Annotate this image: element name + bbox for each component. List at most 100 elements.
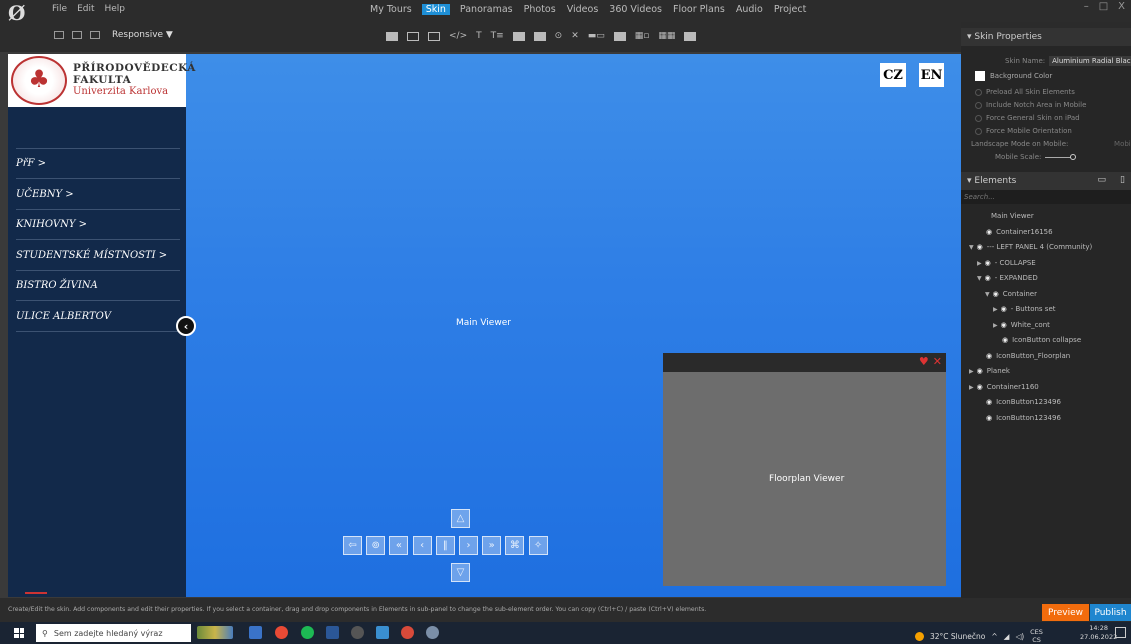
expand-down-icon[interactable]: ▼ — [985, 291, 990, 298]
panorama-component-icon[interactable] — [386, 31, 398, 41]
element-tree-item[interactable]: ▶ ◉ - Buttons set — [993, 305, 1056, 313]
element-tree-item[interactable]: ◉ IconButton123496 — [986, 398, 1061, 406]
lang-button-cz[interactable]: CZ — [880, 63, 906, 87]
responsive-dropdown[interactable]: Responsive ▼ — [112, 30, 173, 40]
checkbox[interactable] — [975, 114, 982, 122]
grid-icon[interactable] — [54, 31, 64, 39]
background-color-swatch[interactable] — [975, 71, 985, 81]
save-icon[interactable] — [72, 31, 82, 39]
network-icon[interactable]: ◢ — [1004, 632, 1010, 641]
textbox-component-icon[interactable]: T≡ — [491, 31, 504, 41]
expand-right-icon[interactable]: ▶ — [977, 260, 982, 267]
taskbar-clock[interactable]: 14:28 27.06.2022 — [1080, 624, 1117, 642]
map-component-icon[interactable]: ⊙ — [555, 31, 563, 41]
tab-audio[interactable]: Audio — [735, 4, 764, 15]
visibility-eye-icon[interactable]: ◉ — [977, 383, 983, 391]
language-indicator[interactable]: CES CS — [1030, 628, 1043, 644]
expand-right-icon[interactable]: ▶ — [993, 322, 998, 329]
menu-component-icon[interactable] — [684, 31, 697, 41]
element-tree-item[interactable]: ▼ ◉ - EXPANDED — [977, 274, 1038, 282]
spotify-icon[interactable] — [301, 626, 314, 639]
thumbnail-component-icon[interactable]: ▦▦ — [658, 31, 675, 41]
tab-floor-plans[interactable]: Floor Plans — [672, 4, 726, 15]
video-component-icon[interactable] — [533, 31, 546, 41]
visibility-eye-icon[interactable]: ◉ — [977, 243, 983, 251]
visibility-eye-icon[interactable]: ◉ — [986, 352, 992, 360]
checkbox[interactable] — [975, 88, 982, 96]
minimize-icon[interactable]: – — [1084, 1, 1089, 12]
collapse-panel-button[interactable]: ‹ — [176, 316, 196, 336]
checkbox[interactable] — [975, 101, 982, 109]
mobile-icon[interactable]: ▯ — [1120, 175, 1125, 185]
prev-button[interactable]: ‹ — [412, 536, 432, 555]
tab-project[interactable]: Project — [773, 4, 808, 15]
rewind-button[interactable]: « — [389, 536, 409, 555]
preview-button[interactable]: Preview — [1042, 604, 1089, 621]
chrome-icon[interactable] — [275, 626, 288, 639]
rotate-button[interactable]: ⊚ — [366, 536, 386, 555]
element-tree-item[interactable]: ▶ ◉ Container1160 — [969, 383, 1039, 391]
slider-handle[interactable] — [1070, 154, 1077, 160]
visibility-eye-icon[interactable]: ◉ — [977, 367, 983, 375]
tab-skin[interactable]: Skin — [421, 4, 450, 15]
element-tree-item[interactable]: ▼ ◉ Container — [985, 290, 1037, 298]
element-tree-item[interactable]: ▶ ◉ Planek — [969, 367, 1010, 375]
element-tree-item[interactable]: Main Viewer — [991, 212, 1034, 220]
landscape-mode-select[interactable]: Mobile — [1114, 140, 1131, 148]
tray-chevron-icon[interactable]: ^ — [991, 632, 997, 641]
skin-properties-header[interactable]: ▾ Skin Properties — [961, 28, 1131, 46]
menu-file[interactable]: File — [52, 4, 67, 14]
visibility-eye-icon[interactable]: ◉ — [986, 398, 992, 406]
next-button[interactable]: › — [459, 536, 478, 555]
search-highlight-icon[interactable] — [197, 626, 233, 639]
visibility-eye-icon[interactable]: ◉ — [986, 414, 992, 422]
fast-forward-button[interactable]: » — [482, 536, 502, 555]
heart-icon[interactable]: ♥ — [919, 355, 929, 368]
image-component-icon[interactable] — [512, 31, 525, 41]
expand-down-icon[interactable]: ▼ — [969, 244, 974, 251]
option-preload[interactable]: Preload All Skin Elements — [975, 88, 1131, 96]
list-component-icon[interactable]: ▦▫ — [635, 31, 650, 41]
text-component-icon[interactable]: T — [476, 31, 482, 41]
pan-up-button[interactable]: △ — [451, 509, 470, 528]
export-icon[interactable] — [90, 31, 100, 39]
volume-icon[interactable]: ◁) — [1015, 632, 1024, 641]
fullscreen-button[interactable]: ⌘ — [505, 536, 525, 555]
visibility-eye-icon[interactable]: ◉ — [1001, 305, 1007, 313]
visibility-eye-icon[interactable]: ◉ — [1002, 336, 1008, 344]
pan-down-button[interactable]: ▽ — [451, 563, 470, 582]
mobile-scale-slider[interactable] — [1045, 156, 1072, 158]
nav-item[interactable]: KNIHOVNY > — [16, 210, 180, 240]
expand-down-icon[interactable]: ▼ — [977, 275, 982, 282]
visibility-eye-icon[interactable]: ◉ — [986, 228, 992, 236]
expand-right-icon[interactable]: ▶ — [993, 306, 998, 313]
app-icon[interactable] — [351, 626, 364, 639]
publish-button[interactable]: Publish — [1090, 604, 1131, 621]
tab-panoramas[interactable]: Panoramas — [459, 4, 514, 15]
tab-360-videos[interactable]: 360 Videos — [608, 4, 663, 15]
notification-icon[interactable] — [1115, 627, 1126, 638]
background-color-row[interactable]: Background Color — [975, 71, 1131, 81]
close-icon[interactable]: ✕ — [933, 355, 942, 368]
taskbar-search-input[interactable]: ⚲ Sem zadejte hledaný výraz — [36, 624, 191, 642]
element-tree-item[interactable]: ▼ ◉ --- LEFT PANEL 4 (Community) — [969, 243, 1092, 251]
file-explorer-icon[interactable] — [249, 626, 262, 639]
elements-header[interactable]: ▾ Elements ▭ ▯ — [961, 172, 1131, 190]
word-icon[interactable] — [326, 626, 339, 639]
progress-component-icon[interactable]: ▬▭ — [588, 31, 605, 41]
elements-search-input[interactable]: Search... — [961, 190, 1131, 204]
nav-item[interactable]: PřF > — [16, 149, 180, 179]
element-tree-item[interactable]: ◉ IconButton123496 — [986, 414, 1061, 422]
app-icon[interactable] — [401, 626, 414, 639]
menu-edit[interactable]: Edit — [77, 4, 94, 14]
skin-name-field[interactable]: Aluminium Radial Black Nor — [1049, 56, 1131, 66]
tab-videos[interactable]: Videos — [566, 4, 600, 15]
weather-text[interactable]: 32°C Slunečno — [930, 632, 985, 641]
desktop-icon[interactable]: ▭ — [1098, 175, 1107, 185]
nav-item[interactable]: BISTRO ŽIVINA — [16, 271, 180, 301]
element-tree-item[interactable]: ◉ IconButton_Floorplan — [986, 352, 1070, 360]
nav-item[interactable]: ULICE ALBERTOV — [16, 302, 180, 332]
option-notch[interactable]: Include Notch Area in Mobile — [975, 101, 1131, 109]
grid-component-icon[interactable] — [407, 31, 419, 41]
checkbox[interactable] — [975, 127, 982, 135]
